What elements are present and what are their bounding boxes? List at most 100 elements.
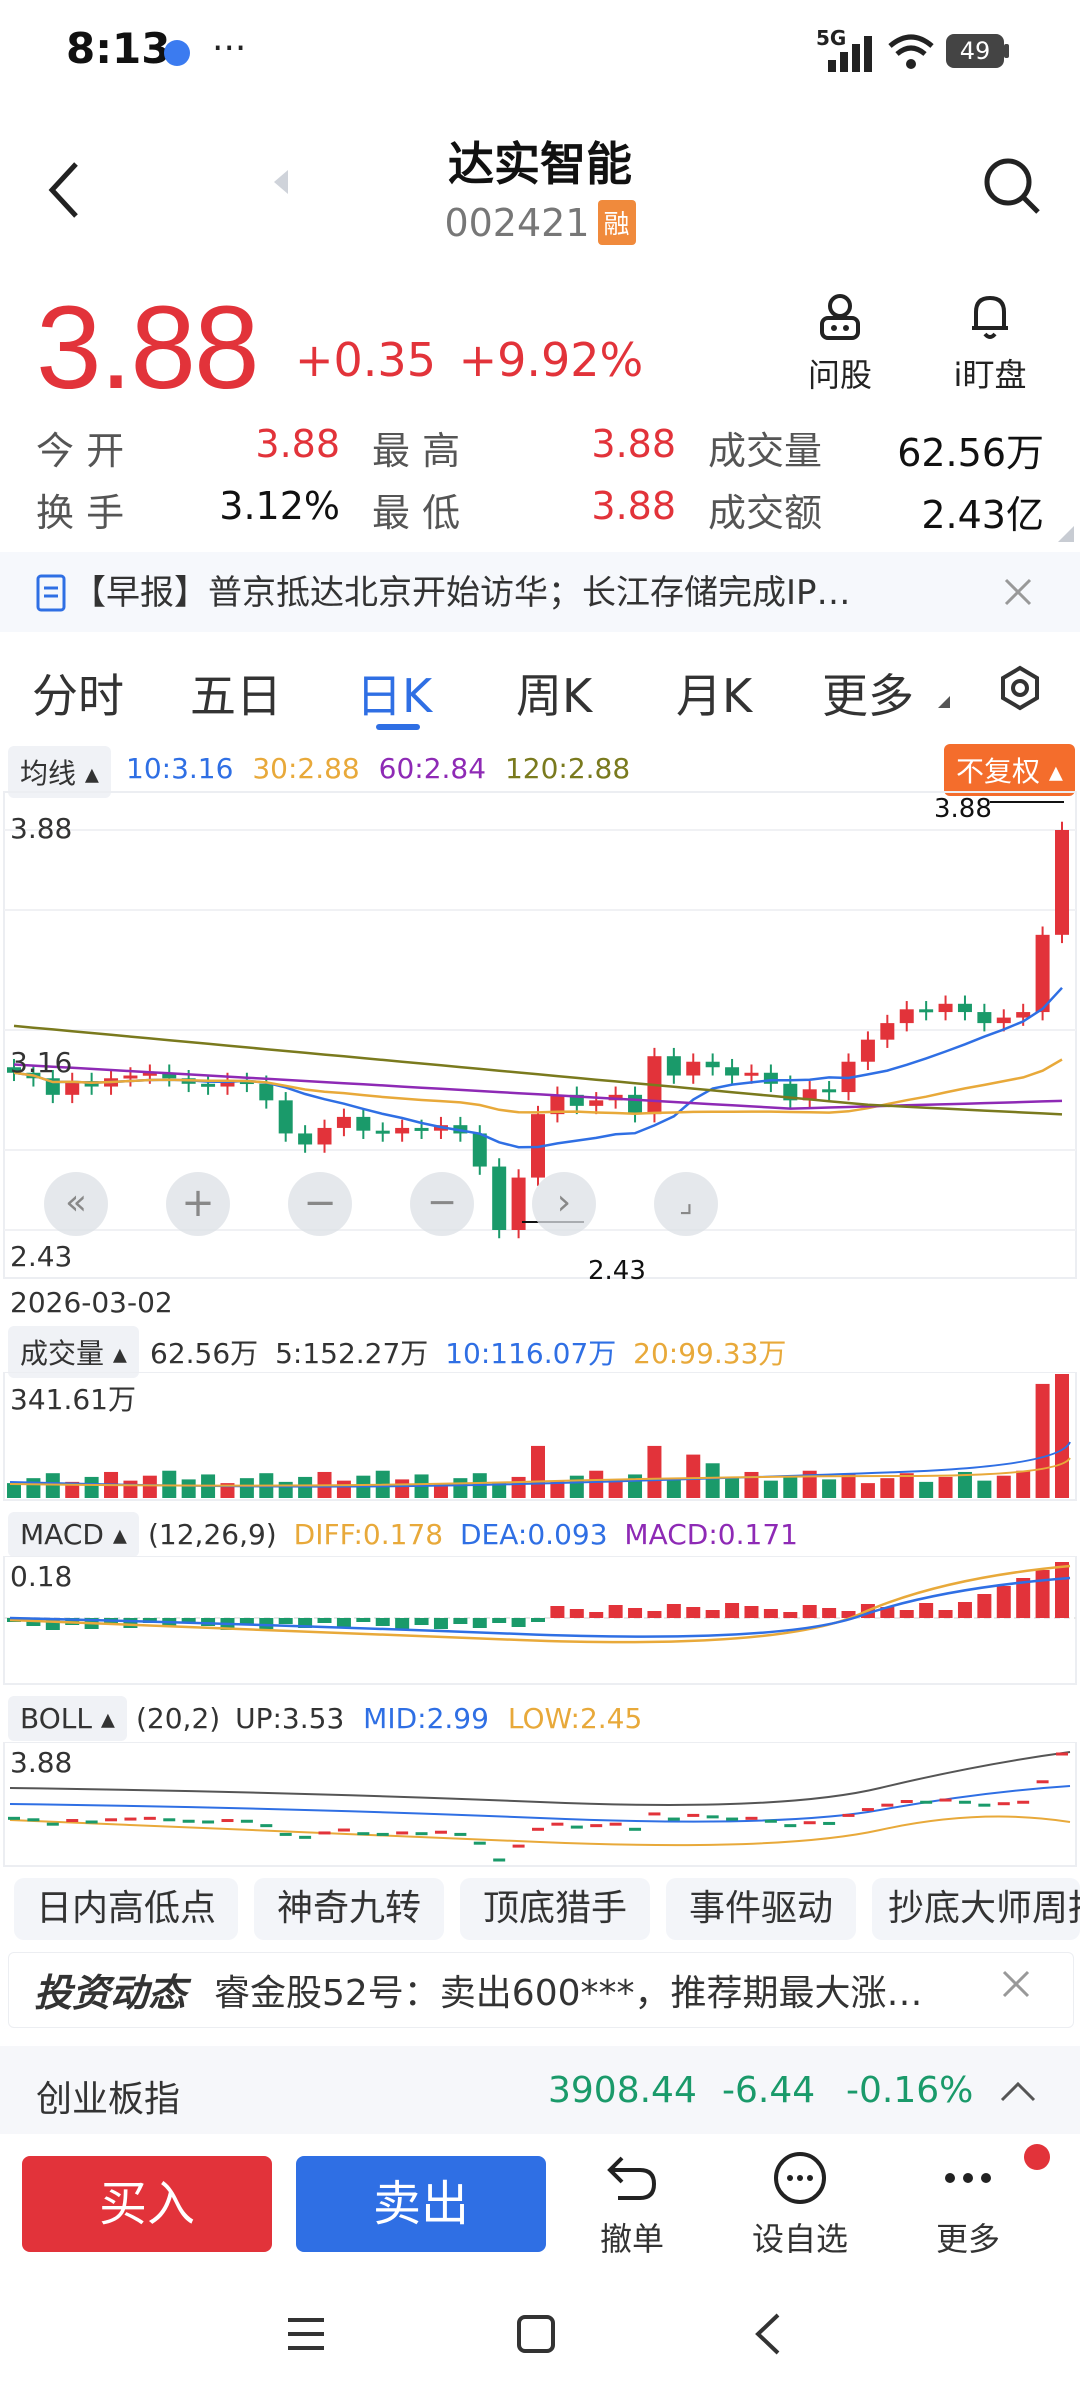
volume-values: 62.56万 5:152.27万 10:116.07万 20:99.33万 [150,1332,786,1372]
kline-candle [336,1116,351,1128]
kline-candle [472,1133,487,1167]
volume-bar [822,1479,837,1498]
chart-fullscreen-button[interactable]: ⌟ [654,1172,718,1236]
kline-candle [725,1067,740,1076]
volume-bar [531,1445,545,1498]
change-value: +0.35 [295,333,436,387]
kline-candle [996,1017,1011,1024]
kline-candle [123,1075,138,1079]
tab-more[interactable]: 更多 [822,660,914,726]
watch-label: i盯盘 [953,356,1027,394]
volume-bar [1035,1383,1050,1498]
expand-corner-icon[interactable] [1058,526,1074,542]
ask-stock-label: 问股 [807,356,872,394]
macd-bar [763,1609,778,1618]
volume-bar [763,1480,778,1498]
close-news-icon[interactable] [1002,576,1034,608]
nav-home-icon[interactable] [516,2314,556,2354]
buy-button[interactable]: 买入 [22,2156,272,2252]
volume-ma20: 20:99.33万 [633,1337,787,1370]
index-name: 创业板指 [36,2079,181,2120]
volume-ma10: 10:116.07万 [445,1337,617,1370]
tab-more-arrow-icon [938,696,950,708]
macd-max: 0.18 [10,1560,73,1593]
add-favorite-button[interactable]: 设自选 [740,2150,860,2260]
volume-selector[interactable]: 成交量 ▴ [8,1326,139,1378]
macd-bar [705,1610,720,1618]
chart-settings-icon[interactable] [996,664,1044,712]
volume-bar [336,1480,351,1498]
strategy-magic-nine[interactable]: 神奇九转 [254,1878,444,1940]
volume-bar [725,1476,740,1498]
tab-monthly-k[interactable]: 月K [676,660,752,726]
volume-bar [278,1481,293,1498]
tab-weekly-k[interactable]: 周K [516,660,592,726]
more-dots-icon: ··· [212,28,247,69]
macd-bar [666,1604,681,1618]
volume-bar [744,1471,759,1498]
low-label: 最 低 [372,491,461,535]
tab-five-day[interactable]: 五日 [190,660,282,726]
kline-candle [899,1009,914,1024]
chart-zoom-out-button[interactable]: − [288,1172,352,1236]
open-value: 3.88 [255,422,340,466]
kline-candle [1035,934,1050,1013]
chart-zoom-in-button[interactable]: + [166,1172,230,1236]
watch-button[interactable]: i盯盘 [920,290,1060,396]
kline-min-mark: 2.43 [588,1256,646,1286]
turnover-label: 换 手 [36,491,125,535]
adjust-type-label: 不复权 [956,755,1041,788]
boll-indicator-label: BOLL [20,1702,92,1735]
ma120-value: 120:2.88 [504,752,631,785]
strategy-bottom-master[interactable]: 抄底大师周报 [872,1878,1080,1940]
strategy-event-driven[interactable]: 事件驱动 [666,1878,856,1940]
close-invest-icon[interactable] [1000,1968,1032,2000]
macd-bar [395,1618,410,1630]
news-headline[interactable]: 【早报】普京抵达北京开始访华；长江存储完成IP… [72,565,932,614]
amount-value: 2.43亿 [921,493,1044,537]
volume-bar [880,1478,895,1498]
chart-rewind-button[interactable]: « [44,1172,108,1236]
macd-indicator-label: MACD [20,1518,104,1551]
volume-value: 62.56万 [897,431,1044,475]
macd-value: MACD:0.171 [624,1518,798,1551]
volume-chart[interactable] [0,1372,1080,1502]
dea-line [9,1576,1071,1638]
ma60-value: 60:2.84 [378,752,487,785]
ma-label: 均线 [20,757,77,790]
chart-next-button[interactable]: › [532,1172,596,1236]
macd-bar [996,1586,1011,1618]
cancel-order-button[interactable]: 撤单 [572,2150,692,2260]
chart-mode-button[interactable]: − [410,1172,474,1236]
macd-bar [686,1607,701,1618]
nav-menu-icon[interactable] [286,2316,326,2352]
strategy-top-bottom-hunter[interactable]: 顶底猎手 [460,1878,650,1940]
macd-bar [744,1606,759,1618]
kline-candle [763,1072,778,1084]
volume-bar [1055,1374,1069,1498]
boll-selector[interactable]: BOLL ▴ [8,1696,127,1741]
boll-chart[interactable] [0,1742,1080,1868]
macd-bar [375,1618,390,1626]
search-icon[interactable] [982,156,1042,216]
volume-indicator-label: 成交量 [20,1337,105,1370]
kline-candle [628,1094,643,1115]
status-time: 8:13 [66,24,171,73]
macd-chart[interactable] [0,1556,1080,1686]
volume-current: 62.56万 [150,1337,259,1370]
volume-label: 成交量 [708,429,823,473]
nav-back-icon[interactable] [752,2312,782,2356]
tab-intraday[interactable]: 分时 [32,660,124,726]
strategy-intraday-high-low[interactable]: 日内高低点 [14,1878,238,1940]
volume-bar [705,1463,720,1498]
more-button[interactable]: 更多 [908,2150,1028,2260]
adjust-type-button[interactable]: 不复权 ▴ [944,744,1075,796]
index-expand-icon[interactable] [1000,2080,1036,2102]
invest-dynamics-text[interactable]: 睿金股52号：卖出600***，推荐期最大涨… [214,1964,954,2016]
volume-bar [860,1483,875,1498]
kline-candle [938,1003,953,1013]
macd-selector[interactable]: MACD ▴ [8,1512,139,1557]
ask-stock-button[interactable]: 问股 [770,290,910,396]
sell-button[interactable]: 卖出 [296,2156,546,2252]
tab-daily-k[interactable]: 日K [356,660,432,726]
